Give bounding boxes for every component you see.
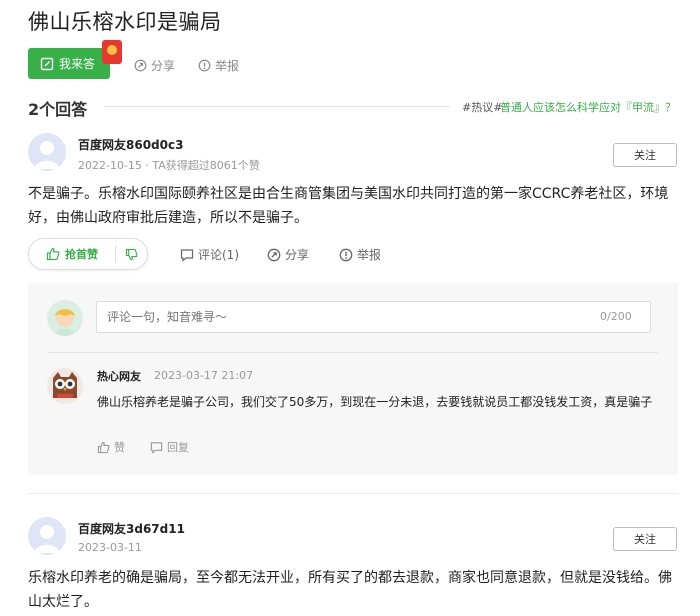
report-label: 举报 bbox=[357, 248, 382, 262]
answer-button-label: 我来答 bbox=[59, 57, 96, 71]
vote-control: 抢首赞 bbox=[28, 238, 148, 270]
comment-label: 评论(1) bbox=[198, 248, 239, 262]
commenter-avatar[interactable] bbox=[47, 368, 83, 404]
reply-label: 回复 bbox=[167, 441, 189, 454]
comment-like-button[interactable]: 赞 bbox=[97, 439, 125, 455]
hot-topic-tag: #热议# bbox=[462, 101, 503, 114]
thumbs-up-icon bbox=[97, 441, 110, 453]
commenter-name[interactable]: 热心网友 bbox=[97, 368, 141, 384]
question-title: 佛山乐榕水印是骗局 bbox=[28, 10, 222, 34]
share-label: 分享 bbox=[285, 248, 310, 262]
report-question-button[interactable]: 举报 bbox=[198, 57, 239, 74]
answer-button[interactable]: 我来答 bbox=[28, 48, 110, 79]
share-icon bbox=[134, 59, 147, 72]
upvote-button[interactable]: 抢首赞 bbox=[29, 239, 115, 269]
report-answer-button[interactable]: 举报 bbox=[339, 246, 381, 263]
answer-text: 不是骗子。乐榕水印国际颐养社区是由合生商管集团与美国水印共同打造的第一家CCRC… bbox=[28, 186, 669, 226]
divider bbox=[48, 352, 658, 353]
divider bbox=[104, 106, 450, 107]
answer-meta: 2023-03-11 bbox=[78, 541, 142, 554]
reply-icon bbox=[150, 441, 163, 454]
my-avatar bbox=[47, 300, 83, 336]
share-icon bbox=[267, 248, 281, 261]
comment-reply-button[interactable]: 回复 bbox=[150, 439, 189, 455]
share-label: 分享 bbox=[151, 59, 176, 73]
report-label: 举报 bbox=[215, 59, 240, 73]
comment-button[interactable]: 评论(1) bbox=[180, 246, 239, 263]
answer-author[interactable]: 百度网友860d0c3 bbox=[78, 136, 183, 153]
answer-divider bbox=[28, 493, 678, 494]
comment-text: 佛山乐榕养老是骗子公司，我们交了50多万，到现在一分未退，去要钱就说员工都没钱发… bbox=[97, 395, 653, 409]
answer-meta: 2022-10-15 · TA获得超过8061个赞 bbox=[78, 159, 260, 172]
like-label: 赞 bbox=[114, 441, 125, 454]
comment-icon bbox=[180, 248, 194, 262]
hot-topic-link[interactable]: 普通人应该怎么科学应对『甲流』？ bbox=[500, 99, 676, 115]
thumbs-up-icon bbox=[46, 247, 60, 261]
share-answer-button[interactable]: 分享 bbox=[267, 246, 309, 263]
thumbs-down-icon bbox=[125, 248, 138, 260]
comment-date: 2023-03-17 21:07 bbox=[154, 369, 254, 382]
answer-count: 2个回答 bbox=[28, 100, 88, 119]
follow-button[interactable]: 关注 bbox=[613, 527, 677, 551]
report-icon bbox=[198, 59, 211, 72]
avatar[interactable] bbox=[28, 517, 66, 555]
red-packet-icon[interactable] bbox=[102, 40, 122, 64]
upvote-label: 抢首赞 bbox=[65, 248, 98, 261]
avatar[interactable] bbox=[28, 133, 66, 171]
follow-button[interactable]: 关注 bbox=[613, 143, 677, 167]
downvote-button[interactable] bbox=[116, 239, 147, 269]
share-question-button[interactable]: 分享 bbox=[134, 57, 175, 74]
comment-char-counter: 0/200 bbox=[600, 310, 632, 323]
report-icon bbox=[339, 248, 353, 261]
comment-input[interactable] bbox=[96, 301, 651, 333]
answer-author[interactable]: 百度网友3d67d11 bbox=[78, 520, 185, 537]
edit-icon bbox=[40, 57, 54, 70]
answer-text: 乐榕水印养老的确是骗局，至今都无法开业，所有买了的都去退款，商家也同意退款，但就… bbox=[28, 570, 672, 610]
